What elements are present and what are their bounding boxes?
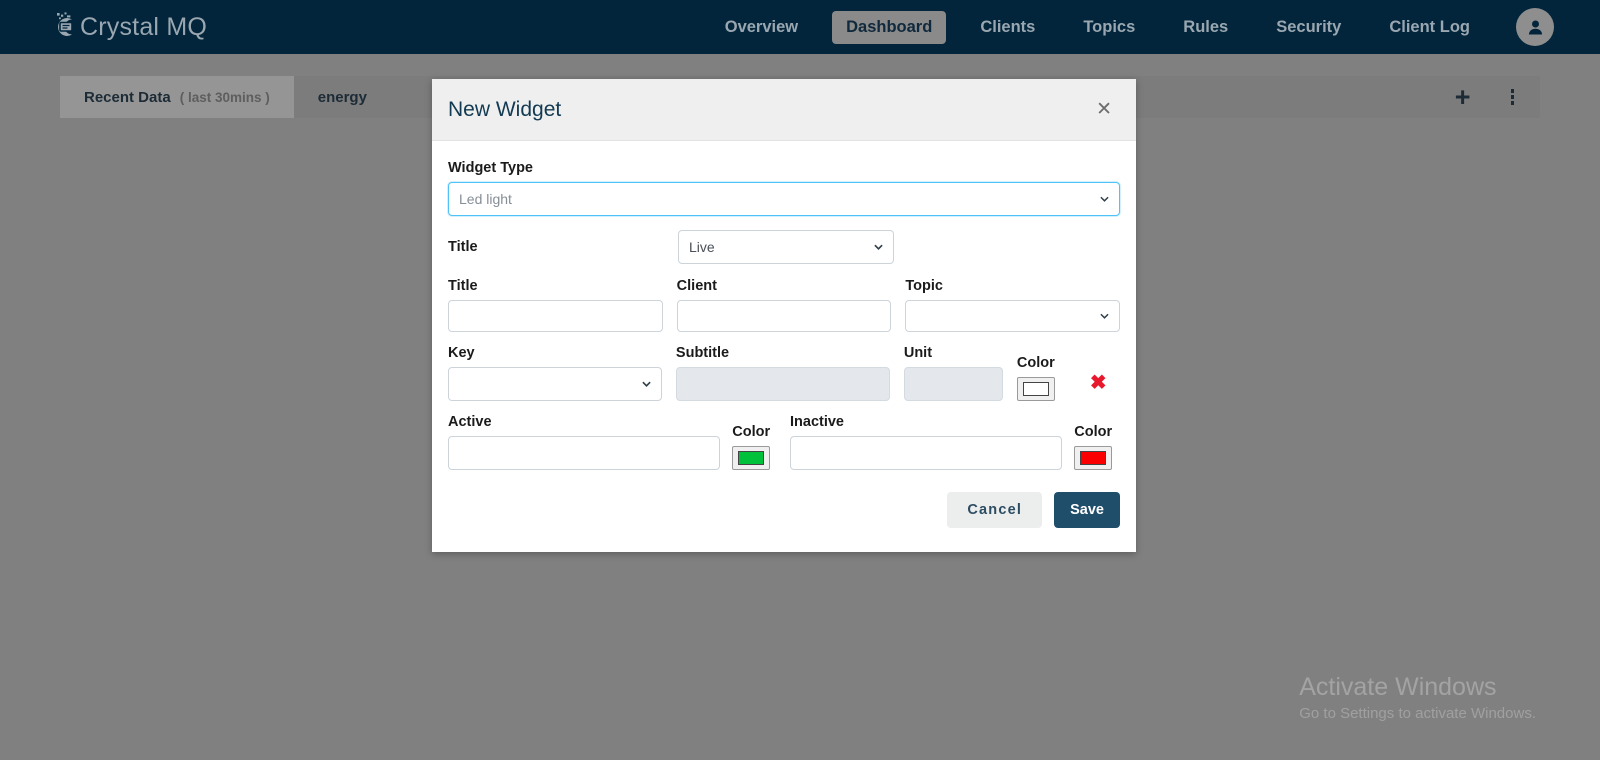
title-input[interactable] — [448, 300, 663, 332]
subtitle-field-label: Subtitle — [675, 345, 730, 361]
active-color-group: Color — [732, 424, 778, 470]
cancel-button[interactable]: Cancel — [947, 492, 1043, 528]
field-row-2: Key Subtitle Unit Color ✖ — [448, 345, 1120, 401]
active-color-label: Color — [732, 424, 771, 440]
nav-item-dashboard[interactable]: Dashboard — [832, 10, 947, 44]
title-mode-select[interactable]: Live — [678, 230, 894, 264]
delete-row-icon[interactable]: ✖ — [1090, 373, 1107, 393]
tab-recent-data[interactable]: Recent Data ( last 30mins ) — [60, 76, 294, 118]
topic-select[interactable] — [905, 300, 1121, 332]
crystal-mq-logo-icon — [48, 10, 82, 44]
title-mode-group: Title Live — [448, 230, 1120, 264]
inactive-field-group: Inactive — [790, 414, 1063, 470]
client-input[interactable] — [676, 300, 892, 332]
nav-item-security[interactable]: Security — [1262, 11, 1355, 44]
nav-item-rules[interactable]: Rules — [1169, 11, 1242, 44]
inactive-color-chip — [1080, 451, 1107, 465]
modal-title: New Widget — [448, 97, 562, 121]
nav-item-clients[interactable]: Clients — [966, 11, 1049, 44]
inactive-field-label: Inactive — [790, 414, 844, 430]
title-field-label: Title — [448, 278, 478, 294]
delete-row-group: ✖ — [1076, 367, 1120, 401]
field-row-3: Active Color Inactive Color — [448, 414, 1120, 470]
key-select[interactable] — [448, 367, 662, 401]
unit-field-group: Unit — [903, 345, 1003, 401]
widget-type-select[interactable]: Led light — [448, 182, 1120, 216]
avatar[interactable] — [1516, 8, 1554, 46]
windows-activation-watermark: Activate Windows Go to Settings to activ… — [1299, 672, 1536, 724]
widget-type-group: Widget Type Led light — [448, 160, 1120, 216]
active-input[interactable] — [448, 436, 721, 470]
topic-field-label: Topic — [905, 278, 943, 294]
nav-item-client-log[interactable]: Client Log — [1375, 11, 1484, 44]
new-widget-modal: New Widget ✕ Widget Type Led light Title… — [432, 79, 1136, 552]
active-color-chip — [738, 451, 765, 465]
title-mode-label: Title — [448, 239, 478, 255]
tabstrip-actions: + — [1455, 76, 1540, 118]
inactive-color-group: Color — [1074, 424, 1120, 470]
active-color-swatch[interactable] — [732, 446, 771, 470]
inactive-input[interactable] — [790, 436, 1063, 470]
inactive-color-label: Color — [1074, 424, 1113, 440]
brand[interactable]: Crystal MQ — [48, 10, 207, 44]
nav-links: Overview Dashboard Clients Topics Rules … — [701, 8, 1554, 46]
client-field-group: Client — [676, 278, 892, 332]
subtitle-input — [675, 367, 890, 401]
modal-header: New Widget ✕ — [432, 79, 1136, 141]
key-select-wrap — [448, 367, 662, 401]
brand-name: Crystal MQ — [80, 12, 207, 41]
topic-select-wrap — [905, 300, 1121, 332]
nav-item-overview[interactable]: Overview — [711, 11, 812, 44]
unit-input — [903, 367, 1003, 401]
inactive-color-swatch[interactable] — [1074, 446, 1113, 470]
modal-body: Widget Type Led light Title Live Title C… — [432, 141, 1136, 478]
row2-color-chip — [1022, 382, 1049, 396]
topic-field-group: Topic — [905, 278, 1121, 332]
active-field-label: Active — [448, 414, 492, 430]
field-row-1: Title Client Topic — [448, 278, 1121, 332]
title-mode-select-wrap: Live — [678, 230, 894, 264]
watermark-subtitle: Go to Settings to activate Windows. — [1299, 705, 1536, 722]
row2-color-group: Color — [1016, 355, 1063, 401]
user-icon — [1528, 20, 1542, 34]
watermark-title: Activate Windows — [1299, 672, 1497, 701]
tab-recent-data-sublabel: ( last 30mins ) — [179, 89, 270, 105]
widget-type-select-wrap: Led light — [448, 182, 1120, 216]
nav-item-topics[interactable]: Topics — [1069, 11, 1149, 44]
key-field-label: Key — [448, 345, 475, 361]
row2-color-label: Color — [1016, 355, 1055, 371]
key-field-group: Key — [448, 345, 662, 401]
kebab-menu-icon[interactable] — [1510, 89, 1514, 105]
tab-energy[interactable]: energy — [294, 76, 391, 118]
close-icon[interactable]: ✕ — [1092, 98, 1116, 121]
title-field-group: Title — [448, 278, 663, 332]
tab-recent-data-label: Recent Data — [84, 88, 171, 106]
active-field-group: Active — [448, 414, 721, 470]
widget-type-label: Widget Type — [448, 160, 533, 176]
row2-color-swatch[interactable] — [1016, 377, 1055, 401]
top-navbar: Crystal MQ Overview Dashboard Clients To… — [0, 0, 1600, 54]
modal-footer: Cancel Save — [432, 478, 1136, 552]
client-field-label: Client — [676, 278, 717, 294]
save-button[interactable]: Save — [1054, 492, 1120, 528]
unit-field-label: Unit — [903, 345, 933, 361]
tab-energy-label: energy — [317, 88, 367, 106]
plus-icon[interactable]: + — [1455, 83, 1471, 111]
subtitle-field-group: Subtitle — [675, 345, 890, 401]
